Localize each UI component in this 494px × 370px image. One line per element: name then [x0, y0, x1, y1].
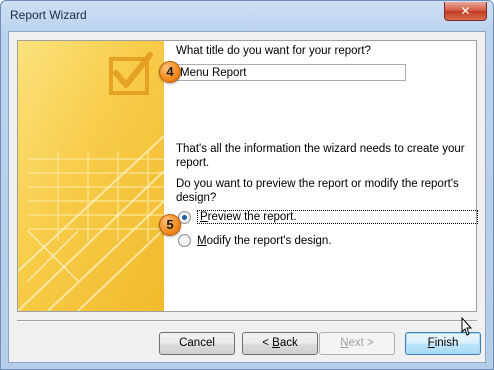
title-bar[interactable]: Report Wizard ✕: [1, 1, 493, 31]
close-icon: ✕: [460, 4, 471, 18]
preview-question-line2: design?: [176, 192, 217, 204]
step-4-callout-badge: 4: [159, 61, 181, 83]
preview-report-option[interactable]: Preview the report.: [178, 210, 478, 224]
title-question-label: What title do you want for your report?: [176, 45, 371, 57]
mouse-pointer-icon: [461, 317, 473, 336]
wizard-content-panel: What title do you want for your report? …: [17, 40, 478, 312]
next-button[interactable]: Next >: [319, 332, 395, 355]
wizard-graphic: [18, 41, 164, 311]
button-separator: [17, 320, 477, 322]
info-text-line2: report.: [176, 157, 210, 169]
report-wizard-window: Report Wizard ✕ What title do you want f…: [0, 0, 494, 370]
modify-design-option[interactable]: Modify the report's design.: [178, 234, 332, 247]
window-title: Report Wizard: [10, 8, 87, 22]
step-5-callout-badge: 5: [159, 214, 181, 236]
close-button[interactable]: ✕: [444, 2, 487, 21]
info-text-line1: That's all the information the wizard ne…: [176, 143, 465, 155]
preview-option-label: Preview the report.: [197, 210, 478, 224]
modify-option-text: odify the report's design.: [206, 234, 332, 247]
modify-option-label: Modify the report's design.: [197, 234, 332, 247]
preview-option-text: review the report.: [207, 211, 297, 223]
modify-radio-button[interactable]: [178, 234, 191, 247]
preview-question-line1: Do you want to preview the report or mod…: [176, 178, 459, 190]
wizard-client-area: What title do you want for your report? …: [8, 31, 486, 363]
back-button[interactable]: < Back: [242, 332, 318, 355]
checkmark-report-icon: [18, 41, 164, 311]
cancel-button[interactable]: Cancel: [159, 332, 235, 355]
report-title-input[interactable]: [176, 64, 406, 81]
